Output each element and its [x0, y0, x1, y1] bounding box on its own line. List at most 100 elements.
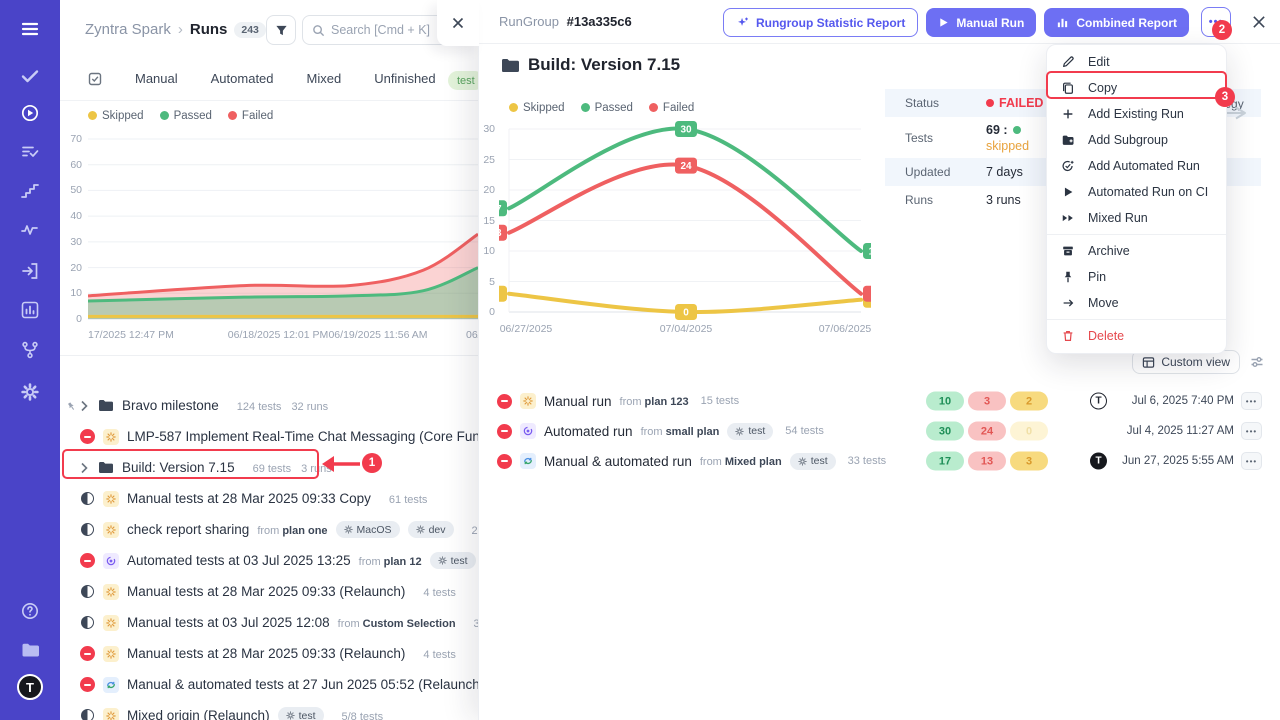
rungroup-id: #13a335c6 — [567, 14, 632, 29]
bar-chart-icon — [1056, 16, 1069, 29]
updated-value: 7 days — [986, 165, 1023, 179]
svg-text:10: 10 — [868, 247, 871, 258]
rungroup-statistic-report-button[interactable]: Rungroup Statistic Report — [723, 8, 918, 37]
runs-history-chart: SkippedPassedFailed 010203040506070 17/2… — [60, 100, 478, 356]
menu-item-automated-run-on-ci[interactable]: Automated Run on CI — [1047, 179, 1226, 205]
tab-mixed[interactable]: Mixed — [307, 71, 342, 86]
reports-barchart-icon[interactable] — [17, 297, 43, 323]
view-settings-sliders-icon[interactable] — [1250, 355, 1264, 369]
svg-text:13: 13 — [499, 228, 502, 239]
group-run-row[interactable]: Automated runfromsmall plantest54 tests3… — [479, 416, 1280, 446]
user-avatar[interactable]: T — [17, 674, 43, 700]
menu-item-add-existing-run[interactable]: Add Existing Run — [1047, 101, 1226, 127]
menu-item-add-subgroup[interactable]: Add Subgroup — [1047, 127, 1226, 153]
help-icon[interactable] — [17, 598, 43, 624]
drawer-close-button[interactable] — [1251, 14, 1267, 30]
menu-item-move[interactable]: Move — [1047, 290, 1226, 316]
drawer-header: RunGroup #13a335c6 Rungroup Statistic Re… — [479, 0, 1280, 44]
y-tick: 20 — [479, 184, 495, 196]
run-list-item[interactable]: Manual tests at 03 Jul 2025 12:08fromCus… — [60, 607, 478, 638]
point-label: 3 — [499, 286, 507, 302]
annotation-step-1: 1 — [362, 453, 382, 473]
run-list-item[interactable]: LMP-587 Implement Real-Time Chat Messagi… — [60, 421, 478, 452]
projects-folder-icon[interactable] — [17, 637, 43, 663]
assignee-avatar[interactable]: T — [1090, 453, 1107, 470]
breadcrumb-project[interactable]: Zyntra Spark — [85, 21, 171, 38]
tests-check-icon[interactable] — [17, 63, 43, 89]
group-title: Build: Version 7.15 — [501, 55, 680, 75]
menu-item-add-automated-run[interactable]: Add Automated Run — [1047, 153, 1226, 179]
run-list-item[interactable]: Manual tests at 28 Mar 2025 09:33 (Relau… — [60, 576, 478, 607]
tag-chip[interactable]: test — [430, 552, 476, 569]
run-title: Manual & automated tests at 27 Jun 2025 … — [127, 677, 478, 692]
run-source-plan: plan one — [282, 525, 327, 537]
run-list-item[interactable]: Manual tests at 28 Mar 2025 09:33 (Relau… — [60, 638, 478, 669]
requirements-signin-icon[interactable] — [17, 258, 43, 284]
failed-pill: 3 — [968, 392, 1006, 411]
plans-list-check-icon[interactable] — [17, 139, 43, 165]
run-source-plan: Mixed plan — [725, 456, 782, 468]
y-tick: 40 — [60, 210, 82, 222]
run-list-item[interactable]: Manual tests at 28 Mar 2025 09:33 Copy61… — [60, 483, 478, 514]
manual-run-button[interactable]: Manual Run — [926, 8, 1036, 37]
chevron-right-icon[interactable] — [80, 400, 90, 412]
run-date: Jul 6, 2025 7:40 PM — [1132, 395, 1234, 407]
settings-gear-icon[interactable] — [17, 379, 43, 405]
row-more-button[interactable]: ••• — [1241, 422, 1262, 440]
filter-button[interactable] — [266, 15, 296, 45]
failed-pill: 13 — [968, 452, 1006, 471]
tab-automated[interactable]: Automated — [211, 71, 274, 86]
menu-separator — [1047, 319, 1226, 320]
menu-icon[interactable] — [17, 16, 43, 42]
menu-item-edit[interactable]: Edit — [1047, 49, 1226, 75]
row-more-button[interactable]: ••• — [1241, 392, 1262, 410]
run-list-item[interactable]: Automated tests at 03 Jul 2025 13:25from… — [60, 545, 478, 576]
run-list-item[interactable]: Bravo milestone124 tests32 runs — [60, 390, 478, 421]
run-list-item[interactable]: check report sharingfromplan oneMacOSdev… — [60, 514, 478, 545]
tag-chip[interactable]: test — [790, 453, 836, 470]
activity-pulse-icon[interactable] — [17, 217, 43, 243]
check-circle-icon — [1061, 159, 1075, 173]
tab-manual[interactable]: Manual — [135, 71, 178, 86]
point-label: 24 — [675, 158, 697, 174]
run-list-item[interactable]: Manual & automated tests at 27 Jun 2025 … — [60, 669, 478, 700]
skipped-pill: 2 — [1010, 392, 1048, 411]
menu-item-copy[interactable]: Copy — [1047, 75, 1226, 101]
select-runs-icon[interactable] — [88, 72, 102, 86]
run-list-item[interactable]: Mixed origin (Relaunch)test5/8 tests — [60, 700, 478, 720]
menu-item-mixed-run[interactable]: Mixed Run — [1047, 205, 1226, 231]
traceability-branch-icon[interactable] — [17, 337, 43, 363]
group-run-row[interactable]: Manual & automated runfromMixed plantest… — [479, 446, 1280, 476]
run-list-item[interactable]: Build: Version 7.1569 tests3 runs — [60, 452, 478, 483]
row-more-button[interactable]: ••• — [1241, 452, 1262, 470]
automated-run-icon — [520, 423, 536, 439]
combined-report-button[interactable]: Combined Report — [1044, 8, 1189, 37]
annotation-step-2: 2 — [1212, 20, 1232, 40]
runs-play-icon[interactable] — [17, 100, 43, 126]
tag-chip[interactable]: test — [278, 707, 324, 720]
menu-item-pin[interactable]: Pin — [1047, 264, 1226, 290]
assignee-avatar[interactable]: T — [1090, 393, 1107, 410]
run-title: Manual tests at 28 Mar 2025 09:33 Copy — [127, 491, 371, 506]
drawer-close-left-button[interactable] — [437, 0, 479, 46]
group-run-row[interactable]: Manual runfromplan 12315 tests1032TJul 6… — [479, 386, 1280, 416]
tag-chip[interactable]: test — [727, 423, 773, 440]
skipped-pill: 0 — [1010, 422, 1048, 441]
chevron-right-icon[interactable] — [80, 462, 90, 474]
search-input[interactable] — [331, 23, 451, 37]
tab-unfinished[interactable]: Unfinished — [374, 71, 435, 86]
tab-chip-test[interactable]: test — [448, 71, 478, 90]
close-icon — [451, 16, 465, 30]
menu-item-archive[interactable]: Archive — [1047, 238, 1226, 264]
tag-chip[interactable]: MacOS — [336, 521, 400, 538]
group-trend-chart: SkippedPassedFailed 30213243173010 05101… — [479, 95, 899, 345]
run-title: Bravo milestone — [122, 398, 219, 413]
menu-item-delete[interactable]: Delete — [1047, 323, 1226, 349]
milestones-steps-icon[interactable] — [17, 178, 43, 204]
menu-item-label: Edit — [1088, 55, 1110, 69]
run-title: Manual tests at 28 Mar 2025 09:33 (Relau… — [127, 646, 405, 661]
tag-chip[interactable]: dev — [408, 521, 454, 538]
legend-item: Failed — [649, 102, 694, 114]
table-icon — [1142, 356, 1155, 369]
legend-item: Skipped — [509, 102, 565, 114]
